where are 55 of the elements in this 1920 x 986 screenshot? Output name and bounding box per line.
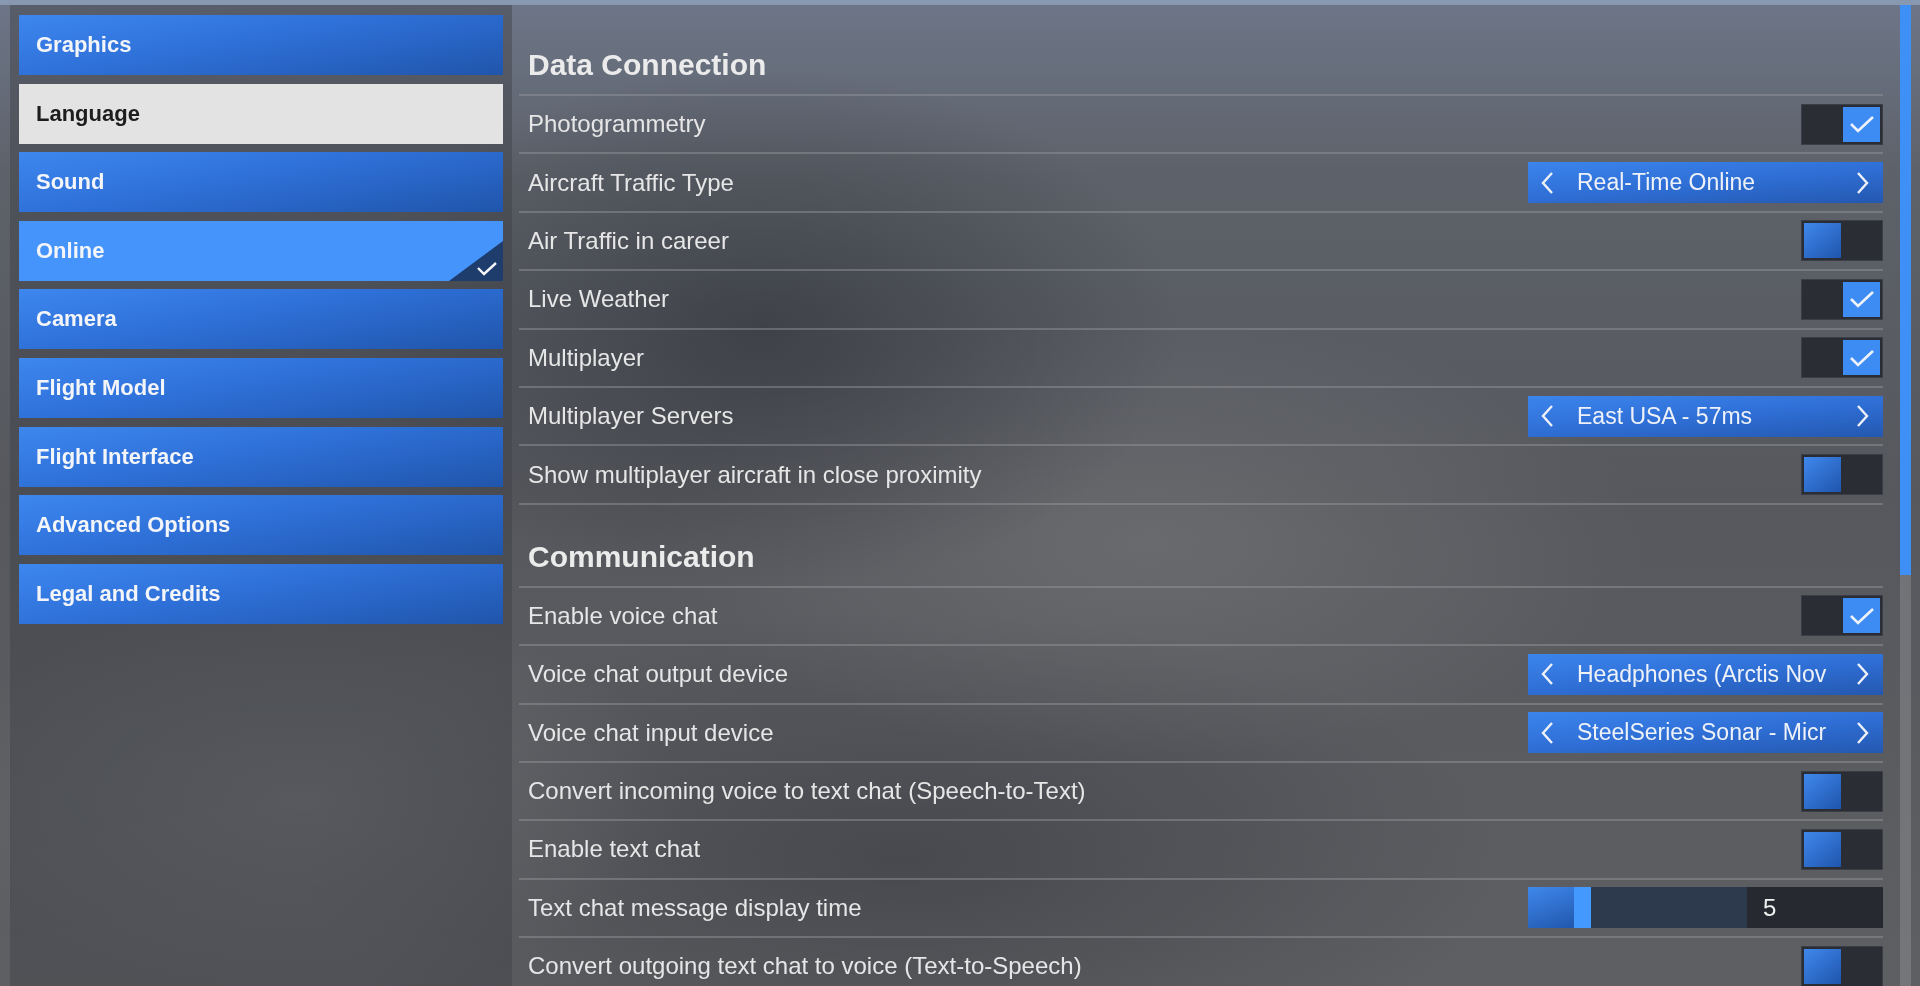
setting-label: Multiplayer Servers xyxy=(528,402,734,431)
check-icon xyxy=(1848,114,1875,135)
chevron-right-icon[interactable] xyxy=(1856,404,1870,429)
setting-label: Multiplayer xyxy=(528,343,645,372)
option-selector[interactable]: East USA - 57ms xyxy=(1528,395,1883,437)
toggle-switch[interactable] xyxy=(1801,278,1883,320)
setting-label: Enable voice chat xyxy=(528,601,718,630)
setting-label: Enable text chat xyxy=(528,835,701,864)
section-title: Communication xyxy=(528,539,755,574)
setting-label: Air Traffic in career xyxy=(528,226,729,255)
setting-label: Text chat message display time xyxy=(528,893,862,922)
check-icon xyxy=(1848,347,1875,368)
setting-label: Live Weather xyxy=(528,285,669,314)
check-icon xyxy=(1848,605,1875,626)
option-selector[interactable]: Real-Time Online xyxy=(1528,162,1883,204)
toggle-switch[interactable] xyxy=(1801,945,1883,986)
chevron-left-icon[interactable] xyxy=(1540,720,1554,745)
section-title: Data Connection xyxy=(528,48,767,82)
sidebar-item[interactable]: Camera xyxy=(19,289,503,350)
toggle-switch[interactable] xyxy=(1801,103,1883,145)
sidebar-item[interactable]: Advanced Options xyxy=(19,495,503,556)
toggle-switch[interactable] xyxy=(1801,220,1883,262)
toggle-switch[interactable] xyxy=(1801,337,1883,379)
chevron-right-icon[interactable] xyxy=(1856,720,1870,745)
toggle-switch[interactable] xyxy=(1801,770,1883,812)
slider-thumb[interactable] xyxy=(1574,887,1592,929)
sidebar-item[interactable]: Online xyxy=(19,220,503,281)
check-icon xyxy=(1848,289,1875,310)
sidebar-item[interactable]: Legal and Credits xyxy=(19,563,503,624)
scrollbar-track[interactable] xyxy=(1900,5,1911,986)
sidebar-item[interactable]: Language xyxy=(19,83,503,144)
setting-label: Convert outgoing text chat to voice (Text-to-Speech) xyxy=(528,952,1082,981)
setting-label: Photogrammetry xyxy=(528,110,706,139)
chevron-right-icon[interactable] xyxy=(1856,662,1870,687)
slider-value: 5 xyxy=(1747,887,1883,929)
setting-label: Aircraft Traffic Type xyxy=(528,168,734,197)
sidebar-item[interactable]: Sound xyxy=(19,152,503,213)
option-selector[interactable]: Headphones (Arctis Nov xyxy=(1528,653,1883,695)
chevron-left-icon[interactable] xyxy=(1540,170,1554,195)
sidebar-item[interactable]: Flight Model xyxy=(19,357,503,418)
sidebar-item[interactable]: Graphics xyxy=(19,15,503,75)
chevron-left-icon[interactable] xyxy=(1540,662,1554,687)
setting-label: Show multiplayer aircraft in close proximity xyxy=(528,460,982,489)
setting-label: Voice chat output device xyxy=(528,660,789,689)
toggle-switch[interactable] xyxy=(1801,454,1883,496)
check-icon xyxy=(449,240,503,281)
toggle-switch[interactable] xyxy=(1801,595,1883,637)
option-selector[interactable]: SteelSeries Sonar - Micr xyxy=(1528,712,1883,754)
setting-label: Voice chat input device xyxy=(528,718,774,747)
setting-label: Convert incoming voice to text chat (Speech-to-Text) xyxy=(528,777,1086,806)
chevron-right-icon[interactable] xyxy=(1856,170,1870,195)
toggle-switch[interactable] xyxy=(1801,829,1883,870)
sidebar-item[interactable]: Flight Interface xyxy=(19,426,503,487)
chevron-left-icon[interactable] xyxy=(1540,404,1554,429)
scrollbar-thumb[interactable] xyxy=(1900,5,1911,575)
